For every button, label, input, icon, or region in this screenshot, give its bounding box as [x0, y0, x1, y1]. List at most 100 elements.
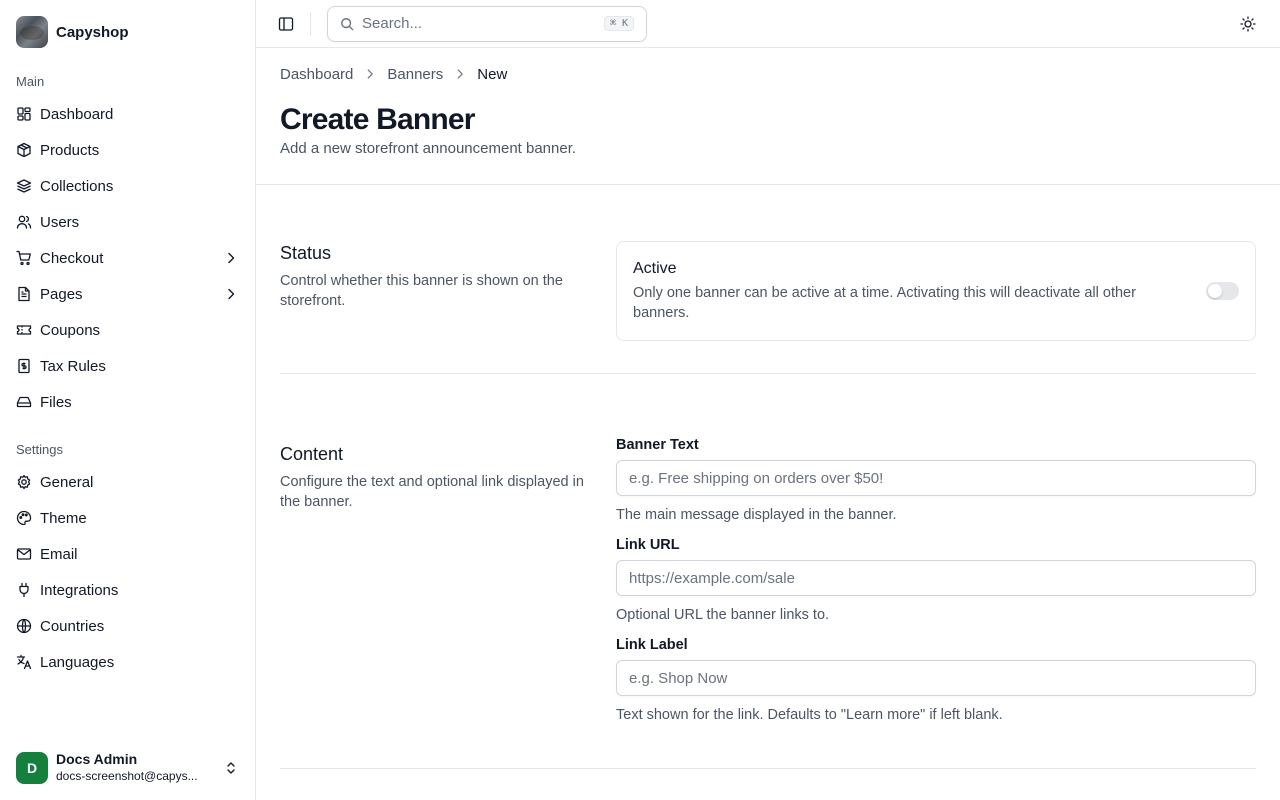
translate-icon — [16, 654, 32, 670]
ticket-icon — [16, 322, 32, 338]
link-url-help: Optional URL the banner links to. — [616, 607, 830, 623]
banner-text-help: The main message displayed in the banner… — [616, 507, 897, 523]
sidebar-item-users[interactable]: Users — [8, 204, 247, 240]
link-url-input[interactable] — [616, 560, 1256, 596]
sidebar-item-pages[interactable]: Pages — [8, 276, 247, 312]
brand-logo — [16, 16, 48, 48]
content-section: Content Configure the text and optional … — [280, 374, 1256, 769]
chevron-right-icon — [223, 286, 239, 302]
sidebar-item-label: Theme — [40, 509, 87, 527]
sidebar-item-languages[interactable]: Languages — [8, 644, 247, 680]
sun-icon[interactable] — [1240, 16, 1256, 32]
breadcrumb: Dashboard Banners New — [280, 65, 1256, 83]
user-email: docs-screenshot@capys... — [56, 769, 198, 783]
user-menu[interactable]: D Docs Admin docs-screenshot@capys... — [0, 736, 255, 800]
link-label-input[interactable] — [616, 660, 1256, 696]
sidebar-section-settings: Settings — [16, 442, 63, 457]
sidebar-item-tax-rules[interactable]: Tax Rules — [8, 348, 247, 384]
sidebar-item-label: Email — [40, 545, 78, 563]
sidebar: Capyshop Main Dashboard Products Collect… — [0, 0, 256, 800]
sidebar-item-integrations[interactable]: Integrations — [8, 572, 247, 608]
page-title: Create Banner — [280, 103, 475, 136]
dashboard-icon — [16, 106, 32, 122]
sidebar-item-files[interactable]: Files — [8, 384, 247, 420]
content-section-title: Content — [280, 444, 344, 464]
active-card: Active Only one banner can be active at … — [616, 241, 1256, 341]
sidebar-item-checkout[interactable]: Checkout — [8, 240, 247, 276]
chevron-right-icon — [363, 67, 377, 81]
globe-icon — [16, 618, 32, 634]
breadcrumb-dashboard[interactable]: Dashboard — [280, 66, 353, 83]
sidebar-item-label: Collections — [40, 177, 114, 195]
breadcrumb-banners[interactable]: Banners — [387, 66, 443, 83]
settings-nav: General Theme Email Integrations Countri… — [0, 464, 255, 680]
sidebar-section-main: Main — [16, 74, 45, 89]
users-icon — [16, 214, 32, 230]
page-header: Dashboard Banners New Create Banner Add … — [256, 48, 1280, 185]
sidebar-item-label: Products — [40, 141, 100, 159]
link-label-label: Link Label — [616, 637, 688, 653]
link-label-field: Link Label Text shown for the link. Defa… — [616, 636, 1256, 724]
user-name: Docs Admin — [56, 751, 138, 767]
sidebar-item-label: Files — [40, 393, 72, 411]
link-url-field: Link URL Optional URL the banner links t… — [616, 536, 1256, 624]
sidebar-item-general[interactable]: General — [8, 464, 247, 500]
plug-icon — [16, 582, 32, 598]
sidebar-item-label: Checkout — [40, 249, 104, 267]
avatar: D — [16, 752, 48, 784]
sidebar-item-dashboard[interactable]: Dashboard — [8, 96, 247, 132]
search-input[interactable]: Search... ⌘ K — [327, 5, 647, 42]
status-section-title: Status — [280, 243, 332, 263]
chevron-right-icon — [453, 67, 467, 81]
palette-icon — [16, 510, 32, 526]
sidebar-item-label: Languages — [40, 653, 115, 671]
sidebar-item-label: Integrations — [40, 581, 119, 599]
layers-icon — [16, 178, 32, 194]
sidebar-item-email[interactable]: Email — [8, 536, 247, 572]
hard-drive-icon — [16, 394, 32, 410]
brand[interactable]: Capyshop — [0, 0, 255, 64]
topbar-divider — [310, 11, 311, 36]
active-card-title: Active — [633, 260, 677, 277]
page-subtitle: Add a new storefront announcement banner… — [280, 140, 577, 157]
content-section-body: Banner Text The main message displayed i… — [616, 436, 1256, 736]
gear-icon — [16, 474, 32, 490]
main-nav: Dashboard Products Collections Users Che… — [0, 96, 255, 420]
banner-text-input[interactable] — [616, 460, 1256, 496]
sidebar-toggle-icon[interactable] — [278, 16, 294, 32]
cart-icon — [16, 250, 32, 266]
search-shortcut: ⌘ K — [603, 16, 634, 31]
sidebar-item-label: Pages — [40, 285, 83, 303]
sidebar-item-theme[interactable]: Theme — [8, 500, 247, 536]
package-icon — [16, 142, 32, 158]
search-icon — [340, 17, 354, 31]
active-toggle[interactable] — [1206, 282, 1239, 300]
status-section-description: Control whether this banner is shown on … — [280, 273, 563, 309]
content-section-description: Configure the text and optional link dis… — [280, 474, 584, 510]
status-section-info: Status Control whether this banner is sh… — [280, 241, 616, 341]
content-section-info: Content Configure the text and optional … — [280, 436, 616, 736]
sidebar-item-products[interactable]: Products — [8, 132, 247, 168]
chevrons-up-down-icon — [223, 760, 239, 776]
user-info: Docs Admin docs-screenshot@capys... — [56, 751, 215, 785]
sidebar-item-label: Tax Rules — [40, 357, 106, 375]
active-card-text: Active Only one banner can be active at … — [633, 259, 1206, 323]
active-card-description: Only one banner can be active at a time.… — [633, 285, 1136, 321]
sidebar-item-countries[interactable]: Countries — [8, 608, 247, 644]
sidebar-item-label: Countries — [40, 617, 105, 635]
link-label-help: Text shown for the link. Defaults to "Le… — [616, 707, 1003, 723]
toggle-knob — [1208, 284, 1222, 298]
brand-name: Capyshop — [56, 23, 129, 41]
mail-icon — [16, 546, 32, 562]
sidebar-item-label: Users — [40, 213, 80, 231]
link-url-label: Link URL — [616, 537, 680, 553]
sidebar-item-coupons[interactable]: Coupons — [8, 312, 247, 348]
sidebar-item-label: Coupons — [40, 321, 101, 339]
receipt-icon — [16, 358, 32, 374]
form-content: Status Control whether this banner is sh… — [256, 185, 1280, 769]
sidebar-item-collections[interactable]: Collections — [8, 168, 247, 204]
breadcrumb-current: New — [477, 65, 508, 83]
banner-text-label: Banner Text — [616, 437, 699, 453]
main-content: Search... ⌘ K Dashboard Banners New Crea… — [256, 0, 1280, 800]
topbar: Search... ⌘ K — [256, 0, 1280, 48]
